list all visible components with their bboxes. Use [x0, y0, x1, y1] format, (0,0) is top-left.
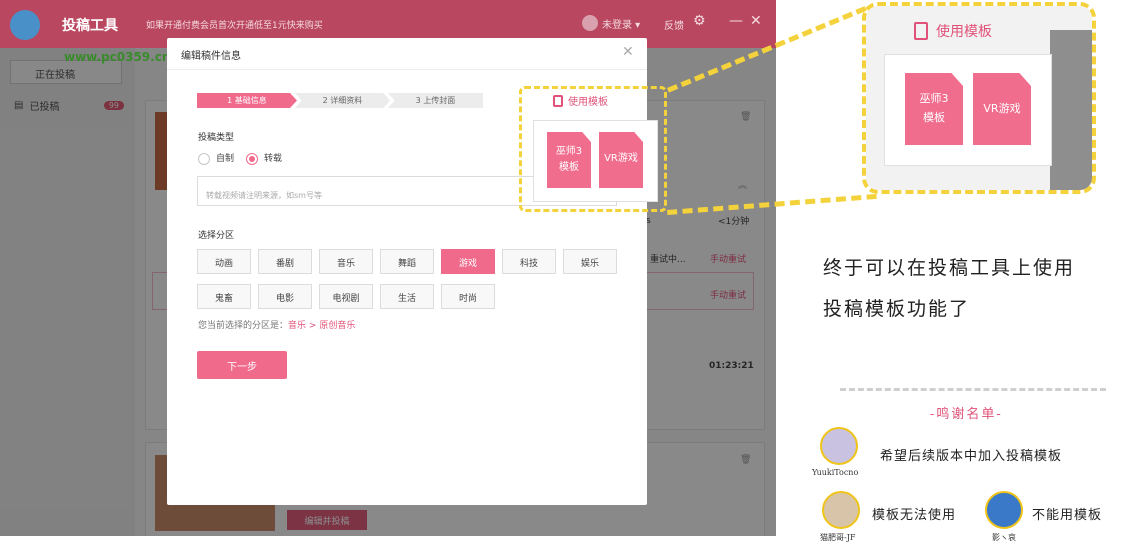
- category-tv[interactable]: 电视剧: [319, 284, 373, 309]
- gear-icon[interactable]: ⚙: [693, 13, 706, 29]
- annotation-line-2: 投稿模板功能了: [823, 298, 971, 320]
- category-label: 选择分区: [198, 231, 235, 241]
- promo-link[interactable]: 如果开通付费会员首次开通低至1元快来购买: [146, 18, 323, 31]
- credit-msg-2: 模板无法使用: [872, 508, 957, 523]
- radio-self-made[interactable]: 自制: [198, 151, 234, 165]
- credit-msg-3: 不能用模板: [1032, 508, 1103, 523]
- radio-self-icon[interactable]: [198, 152, 210, 165]
- step-basic-info[interactable]: 1 基础信息: [197, 93, 297, 108]
- step-indicator: 1 基础信息 2 详细资料 3 上传封面: [197, 93, 483, 108]
- highlight-box-large: [862, 2, 1096, 194]
- login-label: 未登录 ▾: [602, 19, 641, 31]
- radio-repost-label: 转载: [264, 154, 283, 164]
- credit-name-2: 猫肥哥-JF: [820, 533, 856, 542]
- minimize-icon[interactable]: —: [729, 13, 743, 29]
- credit-msg-1: 希望后续版本中加入投稿模板: [880, 449, 1063, 464]
- highlight-box-small: [519, 86, 667, 212]
- category-movie[interactable]: 电影: [258, 284, 312, 309]
- category-anime[interactable]: 动画: [197, 249, 251, 274]
- radio-repost-icon[interactable]: [246, 152, 259, 165]
- login-menu[interactable]: 未登录 ▾: [582, 15, 640, 31]
- radio-self-label: 自制: [216, 154, 235, 164]
- user-avatar-icon: [582, 15, 598, 31]
- category-game[interactable]: 游戏: [441, 249, 495, 274]
- current-category: 您当前选择的分区是：音乐 > 原创音乐: [198, 318, 355, 331]
- close-window-icon[interactable]: ✕: [750, 13, 762, 29]
- category-tech[interactable]: 科技: [502, 249, 556, 274]
- dialog-title: 编辑稿件信息: [181, 51, 241, 62]
- category-life[interactable]: 生活: [380, 284, 434, 309]
- category-entertainment[interactable]: 娱乐: [563, 249, 617, 274]
- step-details[interactable]: 2 详细资料: [295, 93, 390, 108]
- type-radio-group: 自制 转载: [198, 151, 282, 165]
- dialog-divider: [167, 69, 647, 70]
- current-category-main: 音乐: [288, 321, 307, 331]
- credit-name-1: YuukiTocno: [812, 468, 859, 477]
- credits-divider: [840, 388, 1106, 391]
- category-music[interactable]: 音乐: [319, 249, 373, 274]
- feedback-button[interactable]: 反馈: [664, 17, 684, 32]
- credit-avatar-1: [820, 427, 858, 465]
- current-category-prefix: 您当前选择的分区是：: [198, 321, 289, 331]
- category-dance[interactable]: 舞蹈: [380, 249, 434, 274]
- category-kichiku[interactable]: 鬼畜: [197, 284, 251, 309]
- app-window: 投稿工具 如果开通付费会员首次开通低至1元快来购买 未登录 ▾ 反馈 ⚙ — ✕…: [0, 0, 776, 536]
- credit-avatar-2: [822, 491, 860, 529]
- credit-avatar-3: [985, 491, 1023, 529]
- category-fashion[interactable]: 时尚: [441, 284, 495, 309]
- app-title: 投稿工具: [62, 18, 118, 34]
- credits-title: -鸣谢名单-: [930, 407, 1003, 422]
- category-separator: >: [308, 321, 317, 331]
- current-category-sub: 原创音乐: [319, 321, 356, 331]
- annotation-line-1: 终于可以在投稿工具上使用: [823, 257, 1076, 279]
- app-logo-icon: [10, 10, 40, 40]
- radio-repost[interactable]: 转载: [246, 151, 282, 165]
- credit-name-3: 影ヽ哀: [992, 533, 1016, 542]
- step-cover[interactable]: 3 上传封面: [388, 93, 483, 108]
- close-icon[interactable]: ✕: [622, 44, 634, 60]
- type-label: 投稿类型: [198, 133, 235, 143]
- category-bangumi[interactable]: 番剧: [258, 249, 312, 274]
- site-watermark: www.pc0359.cn: [64, 50, 171, 64]
- next-step-button[interactable]: 下一步: [197, 351, 287, 379]
